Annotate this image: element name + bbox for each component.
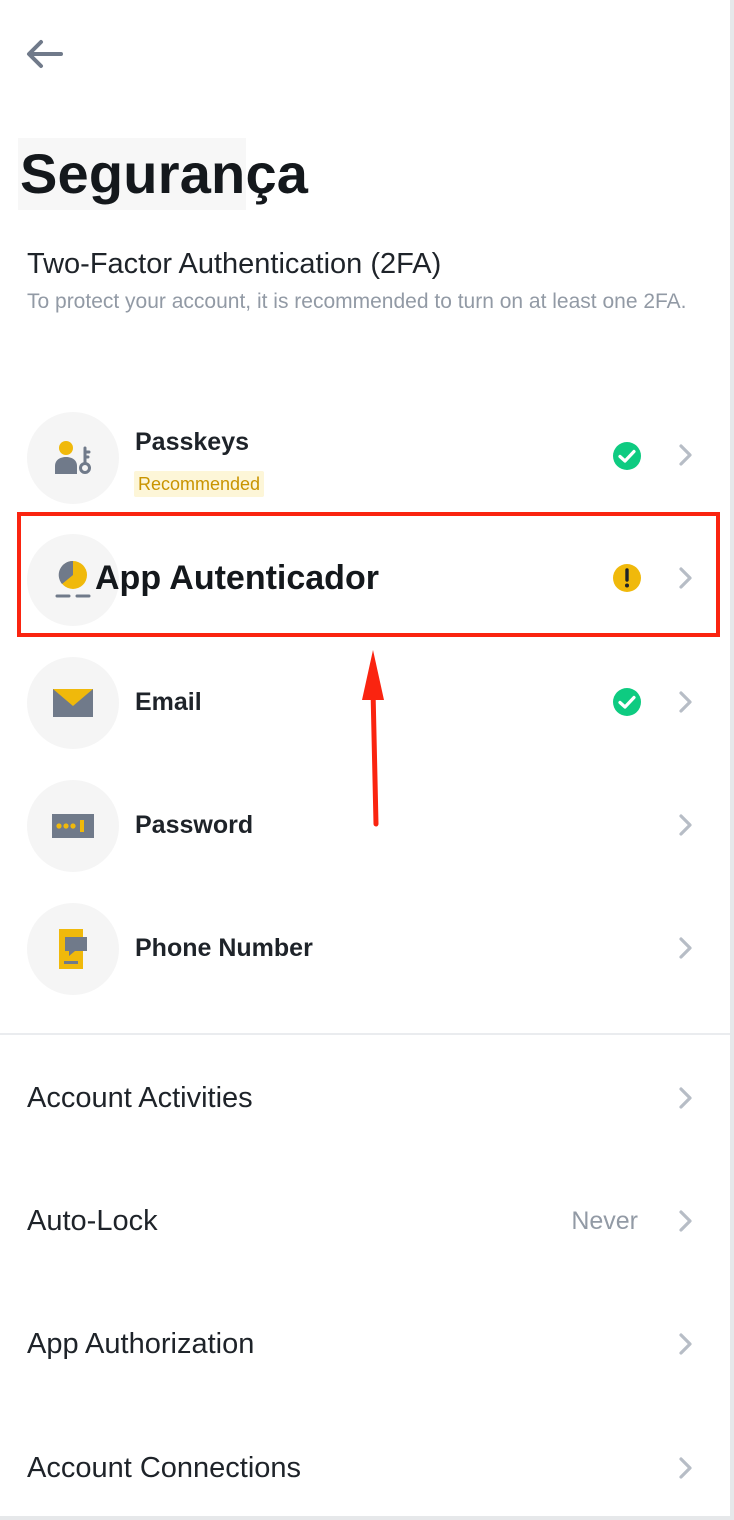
- back-button[interactable]: [20, 30, 68, 78]
- passkey-icon: [27, 412, 119, 504]
- chevron-right-icon: [679, 937, 692, 959]
- menu-item-account-connections[interactable]: Account Connections: [0, 1428, 730, 1508]
- chevron-right-icon: [679, 1210, 692, 1232]
- row-label-phone-number: Phone Number: [135, 934, 313, 962]
- chevron-right-icon: [679, 1333, 692, 1355]
- recommended-badge: Recommended: [134, 471, 265, 497]
- chevron-right-icon: [679, 691, 692, 713]
- menu-item-app-authorization[interactable]: App Authorization: [0, 1304, 730, 1384]
- row-password[interactable]: Password: [0, 776, 730, 876]
- auto-lock-value: Never: [571, 1207, 638, 1235]
- row-passkeys[interactable]: Passkeys Recommended: [0, 408, 730, 508]
- section-description-2fa: To protect your account, it is recommend…: [27, 290, 687, 313]
- annotation-highlight-box: [17, 512, 720, 637]
- check-circle-icon: [613, 442, 641, 470]
- chevron-right-icon: [679, 814, 692, 836]
- check-circle-icon: [613, 688, 641, 716]
- row-phone-number[interactable]: Phone Number: [0, 899, 730, 999]
- menu-label: Account Activities: [27, 1082, 253, 1114]
- row-label-password: Password: [135, 811, 254, 839]
- section-title-2fa: Two-Factor Authentication (2FA): [27, 248, 442, 280]
- menu-label: App Authorization: [27, 1328, 255, 1360]
- row-label-passkeys: Passkeys: [135, 428, 250, 456]
- menu-item-account-activities[interactable]: Account Activities: [0, 1058, 730, 1138]
- page-title: Segurança: [20, 142, 309, 205]
- email-icon: [27, 657, 119, 749]
- row-label-email: Email: [135, 688, 202, 716]
- app-frame: Segurança Two-Factor Authentication (2FA…: [0, 0, 734, 1520]
- phone-icon: [27, 903, 119, 995]
- chevron-right-icon: [679, 1457, 692, 1479]
- chevron-right-icon: [679, 444, 692, 466]
- password-icon: [27, 780, 119, 872]
- chevron-right-icon: [679, 1087, 692, 1109]
- arrow-left-icon: [27, 40, 63, 68]
- menu-label: Account Connections: [27, 1452, 302, 1484]
- section-divider: [0, 1033, 730, 1035]
- menu-label: Auto-Lock: [27, 1205, 158, 1237]
- menu-item-auto-lock[interactable]: Auto-Lock Never: [0, 1181, 730, 1261]
- row-email[interactable]: Email: [0, 653, 730, 753]
